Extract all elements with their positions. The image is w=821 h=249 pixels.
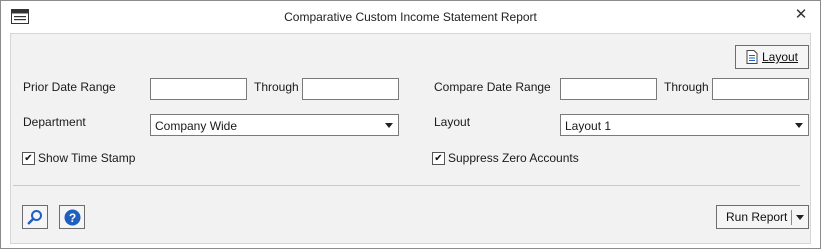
checkmark-icon: ✔ [22,151,35,165]
split-divider [791,210,792,225]
suppress-zero-accounts-checkbox[interactable]: ✔ Suppress Zero Accounts [432,151,579,165]
department-select[interactable]: Company Wide [150,114,399,136]
department-label: Department [23,115,86,129]
search-button[interactable] [22,205,48,229]
chevron-down-icon [795,123,803,128]
compare-date-range-label: Compare Date Range [434,80,551,94]
chevron-down-icon[interactable] [796,215,804,220]
department-selected-value: Company Wide [155,119,238,133]
layout-label: Layout [434,115,471,129]
help-icon: ? [64,209,80,225]
compare-through-date-field[interactable] [712,78,809,100]
help-button[interactable]: ? [59,205,85,229]
layout-select[interactable]: Layout 1 [560,114,809,136]
layout-button-label: Layout [761,50,799,64]
report-dialog: Comparative Custom Income Statement Repo… [0,0,821,249]
chevron-down-icon [385,123,393,128]
prior-from-date-field[interactable] [150,78,247,100]
compare-through-label: Through [664,80,709,94]
close-icon[interactable]: ✕ [792,6,810,24]
title-bar: Comparative Custom Income Statement Repo… [1,1,820,32]
checkmark-icon: ✔ [432,151,445,165]
suppress-zero-accounts-label: Suppress Zero Accounts [448,151,579,165]
compare-from-date-field[interactable] [560,78,657,100]
divider [13,185,800,186]
prior-through-date-field[interactable] [302,78,399,100]
report-options-panel [10,33,811,244]
layout-button[interactable]: Layout [735,45,809,69]
run-report-label: Run Report [726,210,788,224]
prior-through-label: Through [254,80,299,94]
run-report-button[interactable]: Run Report [716,205,809,229]
search-icon [27,210,42,225]
prior-date-range-label: Prior Date Range [23,80,116,94]
show-time-stamp-label: Show Time Stamp [38,151,136,165]
show-time-stamp-checkbox[interactable]: ✔ Show Time Stamp [22,151,135,165]
window-title: Comparative Custom Income Statement Repo… [284,10,537,24]
svg-text:?: ? [68,211,75,225]
layout-selected-value: Layout 1 [565,119,612,133]
document-icon [746,50,758,64]
